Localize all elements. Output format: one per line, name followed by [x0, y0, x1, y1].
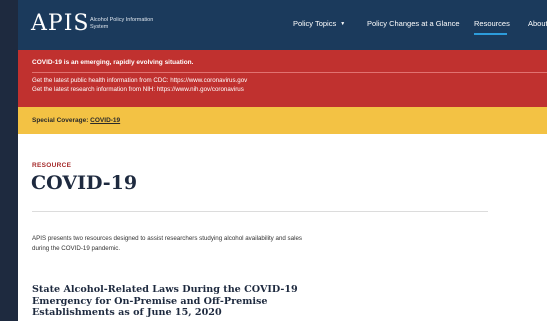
nav-item-policy-topics[interactable]: Policy Topics ▼: [293, 19, 345, 29]
nav-active-indicator: [474, 33, 507, 35]
caret-down-icon: ▼: [340, 21, 346, 27]
special-coverage-link[interactable]: COVID-19: [90, 117, 120, 124]
nav-item-resources[interactable]: Resources: [474, 19, 510, 29]
intro-paragraph: APIS presents two resources designed to …: [32, 235, 302, 252]
special-coverage-label: Special Coverage:: [32, 117, 89, 124]
alert-nih-link[interactable]: Get the latest research information from…: [32, 85, 244, 94]
left-edge-strip: [0, 0, 18, 321]
site-logo[interactable]: APIS: [31, 11, 89, 37]
page-title: COVID-19: [31, 172, 138, 194]
special-coverage-text: Special Coverage: COVID-19: [32, 116, 120, 125]
alert-title: COVID-19 is an emerging, rapidly evolvin…: [32, 59, 194, 66]
title-divider: [32, 211, 488, 212]
site-header: APIS Alcohol Policy Information System P…: [18, 0, 547, 50]
section-title-link[interactable]: State Alcohol-Related Laws During the CO…: [32, 284, 302, 319]
covid-alert-banner: COVID-19 is an emerging, rapidly evolvin…: [18, 50, 547, 107]
alert-divider: [32, 72, 547, 73]
nav-item-label: Policy Topics: [293, 19, 337, 28]
nav-item-about[interactable]: About: [528, 19, 547, 29]
site-logo-subtitle: Alcohol Policy Information System: [90, 17, 154, 30]
alert-cdc-link[interactable]: Get the latest public health information…: [32, 76, 247, 85]
special-coverage-bar: Special Coverage: COVID-19: [18, 107, 547, 134]
page: APIS Alcohol Policy Information System P…: [18, 0, 547, 321]
page-kicker: RESOURCE: [32, 162, 72, 169]
nav-item-policy-changes[interactable]: Policy Changes at a Glance: [367, 19, 460, 29]
